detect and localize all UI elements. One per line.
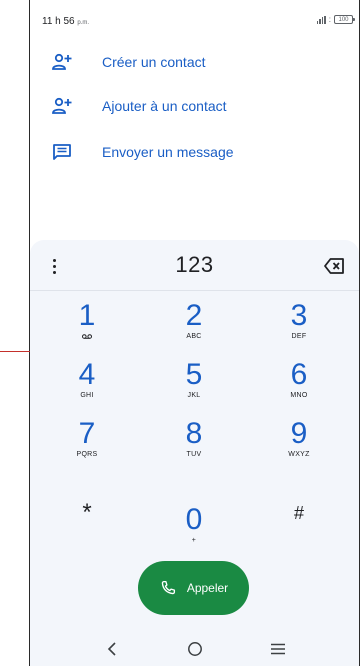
message-icon <box>50 140 74 164</box>
more-vert-icon[interactable] <box>46 256 62 276</box>
voicemail-icon <box>82 334 92 339</box>
status-bar: 11 h 56 p.m. : 100 <box>30 0 359 44</box>
key-7[interactable]: 7 PQRS <box>42 418 132 474</box>
key-digit: 4 <box>78 358 96 391</box>
key-star[interactable]: * <box>42 499 132 550</box>
phone-icon <box>161 580 175 595</box>
battery-icon: 100 <box>334 15 355 24</box>
key-symbol: # <box>293 503 304 523</box>
key-3[interactable]: 3 DEF <box>254 300 344 356</box>
key-digit: 3 <box>290 299 308 332</box>
back-chevron-icon[interactable] <box>100 637 124 661</box>
key-digit: 0 <box>185 503 203 536</box>
key-letters: TUV <box>186 451 202 458</box>
key-9[interactable]: 9 WXYZ <box>254 418 344 474</box>
key-symbol: * <box>82 499 92 526</box>
system-navigation-bar <box>30 631 359 666</box>
call-button-label: Appeler <box>186 581 229 595</box>
keypad-divider <box>30 290 359 291</box>
key-0[interactable]: 0 + <box>149 504 239 560</box>
key-letters: JKL <box>187 392 201 399</box>
create-contact-action[interactable]: Créer un contact <box>30 44 359 80</box>
key-6[interactable]: 6 MNO <box>254 359 344 415</box>
key-letters: GHI <box>80 392 94 399</box>
dialed-number-row: 123 <box>30 240 359 290</box>
dialpad-panel: 123 1 2 ABC 3 DEF 4 GHI 5 JKL 6 MNO 7 PQ… <box>30 240 359 666</box>
send-message-action[interactable]: Envoyer un message <box>30 134 359 170</box>
key-digit: 5 <box>185 358 203 391</box>
key-2[interactable]: 2 ABC <box>149 300 239 356</box>
add-person-icon <box>50 50 74 74</box>
key-hash[interactable]: # <box>254 503 344 550</box>
key-letters: + <box>191 537 197 544</box>
signal-separator-icon: : <box>328 15 331 24</box>
key-digit: 2 <box>185 299 203 332</box>
key-8[interactable]: 8 TUV <box>149 418 239 474</box>
key-letters: PQRS <box>76 451 98 458</box>
backspace-icon[interactable] <box>323 254 347 278</box>
menu-lines-icon[interactable] <box>266 637 290 661</box>
call-button[interactable]: Appeler <box>138 561 249 615</box>
key-5[interactable]: 5 JKL <box>149 359 239 415</box>
battery-level: 100 <box>338 16 349 23</box>
dialed-number[interactable]: 123 <box>90 252 299 278</box>
status-time: 11 h 56 p.m. <box>42 16 89 27</box>
key-digit: 8 <box>185 417 203 450</box>
add-to-contact-action[interactable]: Ajouter à un contact <box>30 88 359 124</box>
phone-screen: 11 h 56 p.m. : 100 Créer un contact Ajou… <box>30 0 359 666</box>
signal-icon <box>316 15 326 24</box>
key-letters: WXYZ <box>288 451 310 458</box>
key-letters: DEF <box>291 333 307 340</box>
status-ampm: p.m. <box>77 20 90 26</box>
key-digit: 9 <box>290 417 308 450</box>
key-1[interactable]: 1 <box>42 300 132 356</box>
key-digit: 1 <box>78 299 96 332</box>
add-to-contact-label: Ajouter à un contact <box>102 98 227 114</box>
key-digit: 7 <box>78 417 96 450</box>
key-4[interactable]: 4 GHI <box>42 359 132 415</box>
status-icons: : 100 <box>316 15 355 24</box>
key-letters: MNO <box>290 392 308 399</box>
send-message-label: Envoyer un message <box>102 144 234 160</box>
home-circle-icon[interactable] <box>183 637 207 661</box>
create-contact-label: Créer un contact <box>102 54 206 70</box>
add-person-icon <box>50 94 74 118</box>
key-letters: ABC <box>186 333 202 340</box>
key-digit: 6 <box>290 358 308 391</box>
status-time-value: 11 h 56 <box>42 16 75 27</box>
